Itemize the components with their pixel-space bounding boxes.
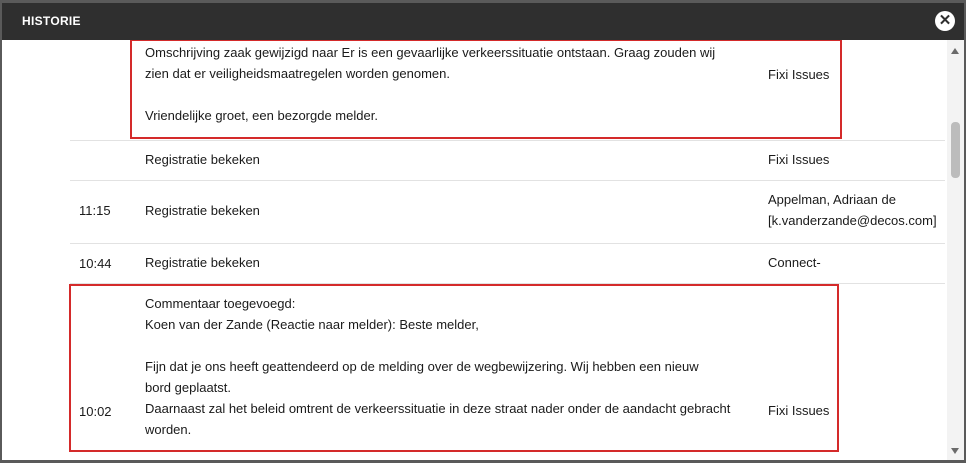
history-user: Appelman, Adriaan de [k.vanderzande@deco… (768, 189, 937, 231)
dialog-title: HISTORIE (22, 14, 81, 28)
history-row: 11:15 Registratie bekeken Appelman, Adri… (70, 181, 945, 244)
user-line: Fixi Issues (768, 152, 830, 167)
description-line: Registratie bekeken (145, 203, 260, 218)
scroll-down-icon[interactable] (951, 448, 959, 454)
history-time: 10:44 (79, 256, 112, 271)
history-dialog: HISTORIE ✕ Omschrijving zaak gewijzigd n… (2, 3, 964, 460)
description-line: Registratie bekeken (145, 255, 260, 270)
history-user: Fixi Issues (768, 149, 829, 170)
history-description: Registratie bekeken (145, 149, 755, 170)
user-line: [k.vanderzande@decos.com] (768, 213, 937, 228)
description-line: Registratie bekeken (145, 152, 260, 167)
history-time: 11:15 (79, 203, 111, 218)
history-user: Connect- (768, 252, 821, 273)
highlight-box (69, 284, 839, 452)
history-description: Registratie bekeken (145, 200, 755, 221)
highlight-box (130, 40, 842, 139)
close-icon[interactable]: ✕ (935, 11, 955, 31)
history-list: Omschrijving zaak gewijzigd naar Er is e… (2, 40, 947, 460)
history-row: 10:44 Registratie bekeken Connect- (70, 244, 945, 284)
history-description: Registratie bekeken (145, 252, 755, 273)
history-row: Registratie bekeken Fixi Issues (70, 140, 945, 181)
scroll-up-icon[interactable] (951, 48, 959, 54)
vertical-scrollbar[interactable] (947, 40, 964, 460)
user-line: Appelman, Adriaan de (768, 192, 896, 207)
user-line: Connect- (768, 255, 821, 270)
dialog-titlebar: HISTORIE ✕ (2, 3, 964, 40)
scrollbar-thumb[interactable] (951, 122, 960, 178)
